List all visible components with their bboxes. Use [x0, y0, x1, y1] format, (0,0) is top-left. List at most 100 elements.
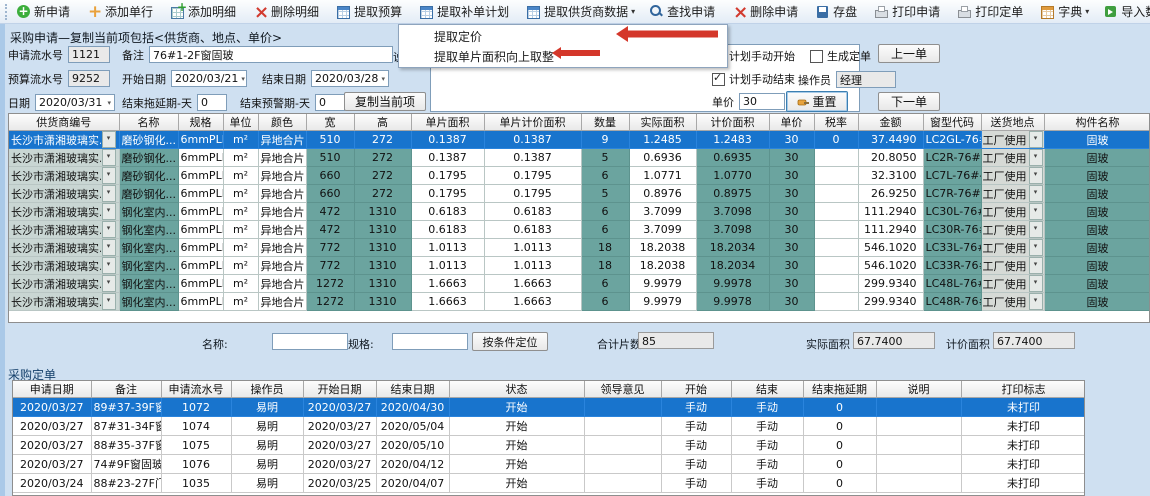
chevron-down-icon[interactable]: ▾ [1029, 257, 1043, 274]
operator-field[interactable] [836, 71, 896, 88]
column-header[interactable]: 供货商编号 [9, 114, 119, 131]
column-header[interactable]: 名称 [119, 114, 178, 131]
column-header[interactable]: 领导意见 [584, 381, 661, 398]
toolbar-button[interactable]: 删除申请 [726, 1, 807, 22]
delivery-location-cell[interactable]: 工厂使用▾ [981, 293, 1044, 311]
chevron-down-icon[interactable]: ▾ [102, 275, 116, 292]
toolbar-button[interactable]: 字典 ▾ [1034, 1, 1095, 22]
supplier-cell[interactable]: 长沙市潇湘玻璃实...▾ [9, 275, 119, 293]
copy-current-button[interactable]: 复制当前项 [344, 92, 426, 111]
apply-no-field[interactable] [68, 46, 110, 63]
delivery-location-cell[interactable]: 工厂使用▾ [981, 203, 1044, 221]
toolbar-button[interactable]: 删除明细 [247, 1, 328, 22]
table-row[interactable]: 长沙市潇湘玻璃实...▾ 钢化室内... 6mmPLE... m² 异地合片 4… [9, 203, 1150, 221]
date-combo[interactable]: 2020/03/31▾ [35, 94, 115, 111]
chevron-down-icon[interactable]: ▾ [1029, 167, 1043, 184]
delivery-location-cell[interactable]: 工厂使用▾ [981, 149, 1044, 167]
toolbar-button[interactable]: 提取补单计划 [413, 1, 518, 22]
delivery-location-cell[interactable]: 工厂使用▾ [981, 185, 1044, 203]
filter-spec-input[interactable] [392, 333, 468, 350]
chevron-down-icon[interactable]: ▾ [1029, 221, 1043, 238]
column-header[interactable]: 结束 [731, 381, 803, 398]
chevron-down-icon[interactable]: ▾ [1029, 239, 1043, 256]
column-header[interactable]: 税率 [814, 114, 858, 131]
manual-end-checkbox[interactable]: 计划手动结束 [712, 71, 795, 87]
table-row[interactable]: 长沙市潇湘玻璃实...▾ 磨砂钢化... 6mmPLE... m² 异地合片 5… [9, 131, 1150, 149]
toolbar-button[interactable]: 存盘 [809, 1, 866, 22]
column-header[interactable]: 开始 [661, 381, 731, 398]
next-order-button[interactable]: 下一单 [878, 92, 940, 111]
column-header[interactable]: 金额 [858, 114, 923, 131]
chevron-down-icon[interactable]: ▾ [102, 293, 116, 310]
delivery-location-cell[interactable]: 工厂使用▾ [981, 275, 1044, 293]
end-date-combo[interactable]: 2020/03/28▾ [311, 70, 389, 87]
order-row[interactable]: 2020/03/27 87#31-34F窗固玻 1074 易明 2020/03/… [13, 417, 1085, 436]
column-header[interactable]: 状态 [449, 381, 584, 398]
table-row[interactable]: 长沙市潇湘玻璃实...▾ 磨砂钢化... 6mmPLE... m² 异地合片 6… [9, 185, 1150, 203]
chevron-down-icon[interactable]: ▾ [102, 131, 116, 148]
locate-by-condition-button[interactable]: 按条件定位 [472, 332, 548, 351]
column-header[interactable]: 送货地点 [981, 114, 1044, 131]
column-header[interactable]: 高 [354, 114, 411, 131]
toolbar-button[interactable]: 打印定单 [951, 1, 1032, 22]
column-header[interactable]: 构件名称 [1044, 114, 1150, 131]
column-header[interactable]: 数量 [581, 114, 629, 131]
chevron-down-icon[interactable]: ▾ [102, 185, 116, 202]
remark-field[interactable] [149, 46, 393, 63]
supplier-cell[interactable]: 长沙市潇湘玻璃实...▾ [9, 239, 119, 257]
table-row[interactable]: 长沙市潇湘玻璃实...▾ 钢化室内... 6mmPLE... m² 异地合片 1… [9, 293, 1150, 311]
order-row[interactable]: 2020/03/27 74#9F窗固玻 1076 易明 2020/03/27 2… [13, 455, 1085, 474]
delay-days-field[interactable] [197, 94, 227, 111]
order-row[interactable]: 2020/03/27 88#35-37F窗固玻 1075 易明 2020/03/… [13, 436, 1085, 455]
chevron-down-icon[interactable]: ▾ [102, 221, 116, 238]
column-header[interactable]: 申请流水号 [161, 381, 231, 398]
supplier-cell[interactable]: 长沙市潇湘玻璃实...▾ [9, 293, 119, 311]
column-header[interactable]: 操作员 [231, 381, 303, 398]
delivery-location-cell[interactable]: 工厂使用▾ [981, 239, 1044, 257]
toolbar-button[interactable]: 新申请 [10, 1, 79, 22]
table-row[interactable]: 长沙市潇湘玻璃实...▾ 钢化室内... 6mmPLE... m² 异地合片 7… [9, 257, 1150, 275]
chevron-down-icon[interactable]: ▾ [1029, 131, 1043, 148]
table-row[interactable]: 长沙市潇湘玻璃实...▾ 钢化室内... 6mmPLE... m² 异地合片 4… [9, 221, 1150, 239]
column-header[interactable]: 单片计价面积 [484, 114, 581, 131]
toolbar-button[interactable]: 查找申请 [643, 1, 724, 22]
generate-order-checkbox[interactable]: 生成定单 [810, 48, 871, 64]
chevron-down-icon[interactable]: ▾ [102, 149, 116, 166]
chevron-down-icon[interactable]: ▾ [1029, 275, 1043, 292]
table-row[interactable]: 长沙市潇湘玻璃实...▾ 磨砂钢化... 6mmPLE... m² 异地合片 6… [9, 167, 1150, 185]
column-header[interactable]: 结束拖延期 [803, 381, 876, 398]
chevron-down-icon[interactable]: ▾ [1029, 293, 1043, 310]
budget-no-field[interactable] [68, 70, 110, 87]
toolbar-button[interactable]: 添加明细 [164, 1, 245, 22]
chevron-down-icon[interactable]: ▾ [1029, 185, 1043, 202]
toolbar-button[interactable]: 打印申请 [868, 1, 949, 22]
column-header[interactable]: 打印标志 [961, 381, 1085, 398]
delivery-location-cell[interactable]: 工厂使用▾ [981, 257, 1044, 275]
table-row[interactable]: 长沙市潇湘玻璃实...▾ 磨砂钢化... 6mmPLE... m² 异地合片 5… [9, 149, 1150, 167]
supplier-cell[interactable]: 长沙市潇湘玻璃实...▾ [9, 221, 119, 239]
delivery-location-cell[interactable]: 工厂使用▾ [981, 167, 1044, 185]
start-date-combo[interactable]: 2020/03/21▾ [171, 70, 247, 87]
toolbar-button[interactable]: 添加单行 [81, 1, 162, 22]
supplier-cell[interactable]: 长沙市潇湘玻璃实...▾ [9, 131, 119, 149]
toolbar-button[interactable]: 提取供货商数据 ▾ [520, 1, 641, 22]
chevron-down-icon[interactable]: ▾ [102, 257, 116, 274]
order-row[interactable]: 2020/03/27 89#37-39F窗固玻 1072 易明 2020/03/… [13, 398, 1085, 417]
chevron-down-icon[interactable]: ▾ [1029, 203, 1043, 220]
supplier-cell[interactable]: 长沙市潇湘玻璃实...▾ [9, 257, 119, 275]
column-header[interactable]: 单价 [769, 114, 814, 131]
toolbar-button[interactable]: 导入数据 [1097, 1, 1150, 22]
supplier-cell[interactable]: 长沙市潇湘玻璃实...▾ [9, 185, 119, 203]
chevron-down-icon[interactable]: ▾ [102, 203, 116, 220]
toolbar-button[interactable]: 提取预算 [330, 1, 411, 22]
column-header[interactable]: 备注 [91, 381, 161, 398]
chevron-down-icon[interactable]: ▾ [102, 167, 116, 184]
column-header[interactable]: 规格 [178, 114, 223, 131]
previous-order-button[interactable]: 上一单 [878, 44, 940, 63]
supplier-cell[interactable]: 长沙市潇湘玻璃实...▾ [9, 167, 119, 185]
column-header[interactable]: 开始日期 [303, 381, 376, 398]
table-row[interactable]: 长沙市潇湘玻璃实...▾ 钢化室内... 6mmPLE... m² 异地合片 7… [9, 239, 1150, 257]
delivery-location-cell[interactable]: 工厂使用▾ [981, 131, 1044, 149]
supplier-cell[interactable]: 长沙市潇湘玻璃实...▾ [9, 149, 119, 167]
chevron-down-icon[interactable]: ▾ [102, 239, 116, 256]
